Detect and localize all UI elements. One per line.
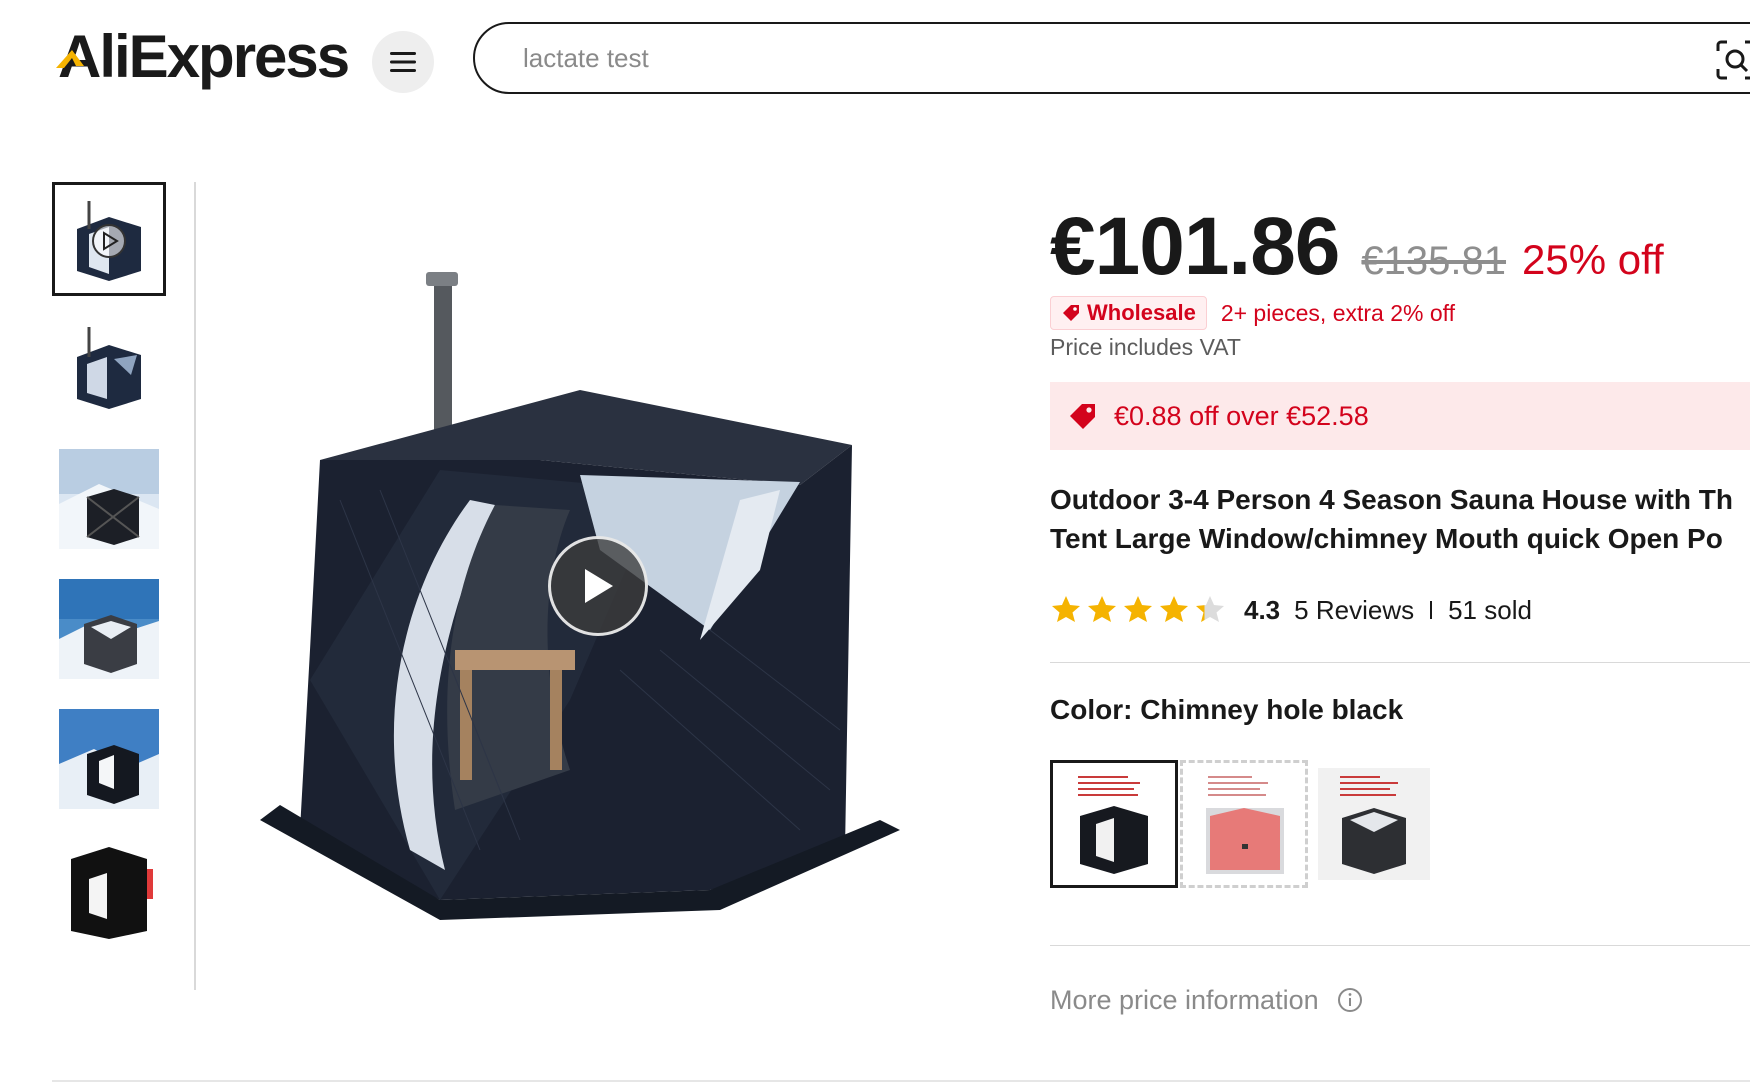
original-price: €135.81	[1361, 239, 1507, 283]
play-icon	[585, 569, 613, 603]
logo-text: AliExpress	[58, 23, 350, 90]
separator	[1430, 601, 1433, 619]
thumbnail-image	[59, 579, 159, 679]
rating-row: 4.3 5 Reviews 51 sold	[1050, 590, 1532, 630]
thumbnail-image	[59, 189, 159, 289]
menu-button[interactable]	[372, 31, 434, 93]
thumbnail-6[interactable]	[52, 832, 166, 946]
thumbnail-image	[59, 839, 159, 939]
star-rating	[1050, 594, 1230, 626]
swatch-chimney-hole-black[interactable]	[1050, 760, 1178, 888]
thumbnail-image	[59, 709, 159, 809]
tag-icon	[1063, 305, 1079, 321]
star-icon	[1124, 596, 1152, 622]
coupon-banner[interactable]: €0.88 off over €52.58	[1050, 382, 1750, 450]
info-icon	[1337, 988, 1362, 1012]
color-label: Color: Chimney hole black	[1050, 694, 1404, 725]
thumbnail-2[interactable]	[52, 312, 166, 426]
wholesale-row: Wholesale 2+ pieces, extra 2% off	[1050, 296, 1455, 330]
search-bar	[473, 22, 1750, 94]
rating-value: 4.3	[1244, 594, 1281, 625]
star-icon	[1088, 596, 1116, 622]
hamburger-icon	[390, 52, 416, 72]
header: AliExpress	[0, 0, 1750, 110]
image-search-icon[interactable]	[1715, 40, 1750, 80]
current-price: €101.86	[1050, 201, 1340, 292]
divider	[1050, 662, 1750, 663]
more-price-information[interactable]: More price information	[1050, 980, 1363, 1020]
thumbnail-image	[59, 319, 159, 419]
title-line-2: Tent Large Window/chimney Mouth quick Op…	[1050, 523, 1723, 554]
star-icon	[1196, 596, 1224, 622]
page-divider	[52, 1080, 1750, 1082]
thumbnail-3[interactable]	[52, 442, 166, 556]
divider	[1050, 945, 1750, 946]
tag-icon	[1070, 404, 1095, 429]
gallery-divider	[194, 182, 196, 990]
wholesale-badge: Wholesale	[1050, 296, 1207, 330]
vat-note: Price includes VAT	[1050, 334, 1241, 360]
reviews-link[interactable]: 5 Reviews	[1294, 595, 1414, 626]
more-info-label: More price information	[1050, 984, 1319, 1015]
sold-count: 51 sold	[1448, 594, 1532, 625]
title-line-1: Outdoor 3-4 Person 4 Season Sauna House …	[1050, 484, 1734, 515]
swatch-grey[interactable]	[1310, 760, 1438, 888]
swatch-red[interactable]	[1180, 760, 1308, 888]
aliexpress-logo[interactable]: AliExpress	[56, 22, 350, 92]
thumbnail-4[interactable]	[52, 572, 166, 686]
thumbnail-5[interactable]	[52, 702, 166, 816]
logo-mark-icon	[56, 50, 84, 68]
price-row: €101.86 €135.81 25% off	[1050, 200, 1664, 292]
wholesale-label: Wholesale	[1087, 300, 1196, 325]
star-icon	[1052, 596, 1080, 622]
product-title: Outdoor 3-4 Person 4 Season Sauna House …	[1050, 480, 1750, 560]
discount-percent: 25% off	[1522, 236, 1664, 283]
play-video-button[interactable]	[548, 536, 648, 636]
swatch-image	[1318, 768, 1430, 880]
thumbnail-video[interactable]	[52, 182, 166, 296]
thumbnail-image	[59, 449, 159, 549]
swatch-image	[1058, 768, 1170, 880]
thumbnail-gallery	[52, 182, 167, 990]
search-input[interactable]	[523, 38, 1623, 78]
product-info: €101.86 €135.81 25% off Wholesale 2+ pie…	[1050, 200, 1750, 1080]
coupon-text: €0.88 off over €52.58	[1114, 400, 1369, 431]
swatch-image	[1188, 768, 1300, 880]
wholesale-text: 2+ pieces, extra 2% off	[1220, 299, 1456, 326]
star-icon	[1160, 596, 1188, 622]
